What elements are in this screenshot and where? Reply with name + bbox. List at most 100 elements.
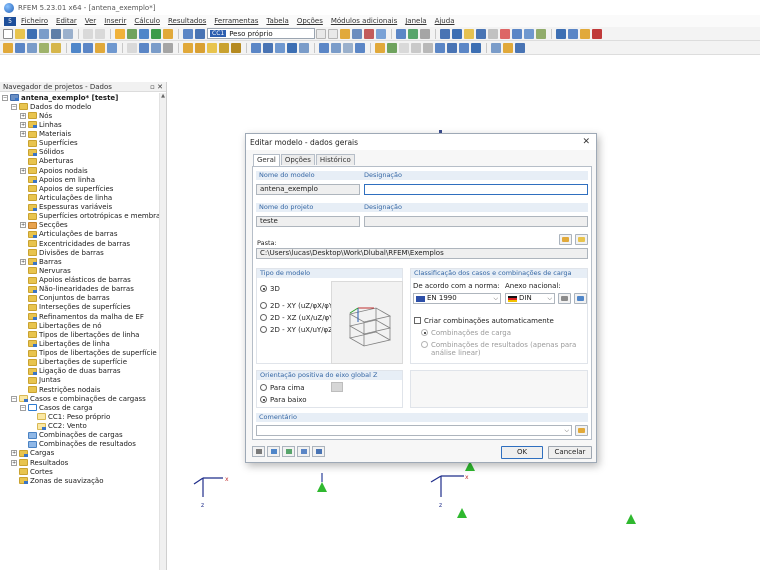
norm-info-button[interactable] <box>574 293 587 304</box>
tree-item[interactable]: Divisões de barras <box>0 248 166 257</box>
iso-view-icon[interactable] <box>435 42 445 53</box>
node-icon[interactable] <box>71 42 81 53</box>
tree-item[interactable]: Tipos de libertações de superfície <box>0 349 166 358</box>
nodal-load-icon[interactable] <box>195 42 205 53</box>
open-folder-icon[interactable] <box>15 28 25 39</box>
collapse-icon[interactable]: − <box>11 103 17 110</box>
menu-calculo[interactable]: Cálculo <box>131 17 163 25</box>
move-icon[interactable] <box>512 28 522 39</box>
tree-item[interactable]: Juntas <box>0 376 166 385</box>
expand-icon[interactable]: + <box>20 222 26 229</box>
tree-view-icon[interactable] <box>387 42 397 53</box>
mesh-icon[interactable] <box>299 42 309 53</box>
tree-item[interactable]: Excentricidades de barras <box>0 239 166 248</box>
tree-item[interactable]: + Nós <box>0 111 166 120</box>
layers-icon[interactable] <box>491 42 501 53</box>
cancel-button[interactable]: Cancelar <box>548 446 592 459</box>
dimension-icon[interactable] <box>464 28 474 39</box>
stress-icon[interactable] <box>364 28 374 39</box>
collapse-icon[interactable]: − <box>2 94 8 101</box>
side-view-icon[interactable] <box>459 42 469 53</box>
delete-icon[interactable] <box>500 28 510 39</box>
x-axis-icon[interactable] <box>399 42 409 53</box>
pointer-icon[interactable] <box>3 42 13 53</box>
navigator-pin-close[interactable]: ▫ ✕ <box>150 83 163 91</box>
tree-item[interactable]: Não-linearidades de barras <box>0 285 166 294</box>
tab-historico[interactable]: Histórico <box>315 154 355 165</box>
tree-item[interactable]: + Secções <box>0 221 166 230</box>
menu-janela[interactable]: Janela <box>402 17 429 25</box>
tab-opcoes[interactable]: Opções <box>280 154 315 165</box>
tree-item[interactable]: Aberturas <box>0 157 166 166</box>
grid-icon[interactable] <box>440 28 450 39</box>
menu-ver[interactable]: Ver <box>82 17 99 25</box>
support-icon[interactable] <box>343 42 353 53</box>
tree-item[interactable]: Cortes <box>0 467 166 476</box>
ok-button[interactable]: OK <box>501 446 543 459</box>
menu-tabela[interactable]: Tabela <box>263 17 291 25</box>
tree-item[interactable]: Apoios de superfícies <box>0 184 166 193</box>
snow-icon[interactable] <box>275 42 285 53</box>
tool-red-icon[interactable] <box>592 28 602 39</box>
navigator-icon[interactable] <box>195 28 205 39</box>
tree-item[interactable]: + Barras <box>0 257 166 266</box>
generate-icon[interactable] <box>251 42 261 53</box>
expand-icon[interactable]: + <box>20 258 26 265</box>
expand-icon[interactable]: + <box>20 131 26 138</box>
tree-item[interactable]: Apoios elásticos de barras <box>0 276 166 285</box>
navigator-scrollbar[interactable]: ▲ <box>159 93 166 570</box>
tree-item[interactable]: Libertações de nó <box>0 321 166 330</box>
expand-icon[interactable]: + <box>20 112 26 119</box>
deformation-icon[interactable] <box>352 28 362 39</box>
edit-icon[interactable] <box>115 28 125 39</box>
render-icon[interactable] <box>556 28 566 39</box>
zoom-icon[interactable] <box>139 42 149 53</box>
sun-icon[interactable] <box>375 42 385 53</box>
tree-item[interactable]: Nervuras <box>0 266 166 275</box>
menu-opcoes[interactable]: Opções <box>294 17 326 25</box>
tree-icon[interactable] <box>39 42 49 53</box>
menu-inserir[interactable]: Inserir <box>101 17 129 25</box>
tree-item[interactable]: Superfícies ortotrópicas e membra <box>0 212 166 221</box>
close-icon[interactable]: ✕ <box>582 137 590 147</box>
model-description-input[interactable] <box>364 184 588 195</box>
copy-icon[interactable] <box>524 28 534 39</box>
collapse-icon[interactable]: − <box>11 395 17 402</box>
rotate-icon[interactable] <box>536 28 546 39</box>
tree-item[interactable]: Restrições nodais <box>0 385 166 394</box>
tree-item[interactable]: Libertações de linha <box>0 339 166 348</box>
menu-resultados[interactable]: Resultados <box>165 17 209 25</box>
dimension-line-icon[interactable] <box>27 42 37 53</box>
radio-up[interactable] <box>260 384 267 391</box>
menu-modulos[interactable]: Módulos adicionais <box>328 17 400 25</box>
radio-result-combinations[interactable] <box>421 341 428 348</box>
lighting-icon[interactable] <box>580 28 590 39</box>
tree-item[interactable]: Ligação de duas barras <box>0 367 166 376</box>
tree-item[interactable]: − Dados do modelo <box>0 102 166 111</box>
tree-item[interactable]: + Cargas <box>0 449 166 458</box>
radio-2d-xy[interactable] <box>260 302 267 309</box>
panel-icon[interactable] <box>408 28 418 39</box>
member-icon[interactable] <box>95 42 105 53</box>
report-icon[interactable] <box>163 28 173 39</box>
tree-item[interactable]: Superfícies <box>0 139 166 148</box>
tree-item[interactable]: Libertações de superfície <box>0 358 166 367</box>
app-menu-icon[interactable]: 5 <box>4 16 16 26</box>
support-reactions-icon[interactable] <box>376 28 386 39</box>
tree-item[interactable]: Combinações de resultados <box>0 440 166 449</box>
load-icon[interactable] <box>183 42 193 53</box>
tree-item[interactable]: Espessuras variáveis <box>0 203 166 212</box>
wireframe-icon[interactable] <box>568 28 578 39</box>
radio-2d-xz[interactable] <box>260 314 267 321</box>
pan-icon[interactable] <box>163 42 173 53</box>
tree-item[interactable]: CC2: Vento <box>0 422 166 431</box>
expand-icon[interactable]: + <box>20 167 26 174</box>
auto-combinations-checkbox[interactable] <box>414 317 421 324</box>
radio-load-combinations[interactable] <box>421 329 428 336</box>
tree-item[interactable]: Tipos de libertações de linha <box>0 330 166 339</box>
view-icon[interactable] <box>396 28 406 39</box>
comment-input[interactable]: ⌵ <box>256 425 572 436</box>
comment-button[interactable] <box>575 425 588 436</box>
tree-item[interactable]: − antena_exemplo* [teste] <box>0 93 166 102</box>
menu-ferramentas[interactable]: Ferramentas <box>211 17 261 25</box>
